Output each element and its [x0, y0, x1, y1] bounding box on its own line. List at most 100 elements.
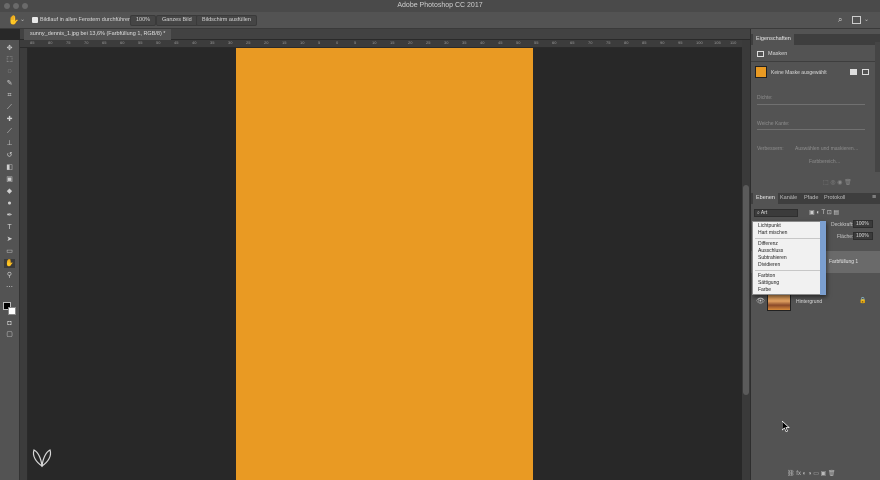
select-and-mask-button[interactable]: Auswählen und maskieren…	[795, 146, 859, 152]
ruler-tick: 0	[336, 40, 339, 45]
pen-tool-icon[interactable]: ✒	[4, 211, 15, 220]
hand-tool-icon[interactable]: ✋	[8, 15, 19, 26]
ruler-tick: 5	[318, 40, 321, 45]
ruler-tick: 95	[678, 40, 683, 45]
brush-tool-icon[interactable]: ⟋	[4, 127, 15, 136]
minimize-window-button[interactable]	[13, 3, 19, 9]
density-slider[interactable]	[757, 104, 865, 105]
hand-tool-icon[interactable]: ✋	[4, 259, 15, 268]
screen-mode-icon[interactable]: ▢	[4, 330, 15, 339]
lasso-tool-icon[interactable]: ◌	[4, 67, 15, 76]
blend-mode-option[interactable]: Hart mischen	[758, 230, 787, 236]
panel-menu-icon[interactable]: ≡	[872, 194, 876, 201]
window-title: Adobe Photoshop CC 2017	[397, 2, 483, 9]
ruler-tick: 10	[372, 40, 377, 45]
document-canvas[interactable]	[236, 48, 533, 480]
zoom-window-button[interactable]	[22, 3, 28, 9]
ruler-tick: 65	[570, 40, 575, 45]
scrollbar-thumb[interactable]	[743, 185, 749, 395]
tab-properties[interactable]: Eigenschaften	[753, 34, 794, 45]
background-color-swatch[interactable]	[8, 307, 16, 315]
tool-preset-chevron-icon[interactable]: ⌄	[20, 16, 25, 23]
title-bar: Adobe Photoshop CC 2017	[0, 0, 880, 12]
feather-slider[interactable]	[757, 129, 865, 130]
move-tool-icon[interactable]: ✥	[4, 44, 15, 53]
workspace-chevron-icon[interactable]: ⌄	[864, 16, 869, 23]
scroll-all-checkbox[interactable]	[32, 17, 38, 23]
menu-separator	[755, 270, 825, 271]
workspace-icon[interactable]	[852, 16, 861, 24]
ruler-tick: 100	[696, 40, 703, 45]
fit-screen-button[interactable]: Ganzes Bild	[156, 15, 198, 26]
fill-field[interactable]: 100%	[853, 232, 873, 240]
eyedropper-tool-icon[interactable]: ⟋	[4, 103, 15, 112]
ruler-tick: 55	[534, 40, 539, 45]
ruler-tick: 45	[174, 40, 179, 45]
more-tools-icon[interactable]: ⋯	[4, 283, 15, 292]
healing-brush-tool-icon[interactable]: ✚	[4, 115, 15, 124]
color-range-button[interactable]: Farbbereich…	[809, 159, 841, 165]
layers-footer-icons[interactable]: ⛓ fx ◐ ◑ ▭ ▣ 🗑	[787, 470, 836, 477]
butterfly-logo-icon	[32, 449, 52, 468]
eraser-tool-icon[interactable]: ◧	[4, 163, 15, 172]
opacity-field[interactable]: 100%	[853, 220, 873, 228]
layer-filter-icons[interactable]: ▣ ◐ T ⊡ ▤	[809, 209, 839, 216]
ruler-tick: 45	[498, 40, 503, 45]
pixel-mask-icon[interactable]	[850, 69, 857, 75]
background-layer-thumbnail	[767, 293, 791, 311]
blend-mode-option[interactable]: Subtrahieren	[758, 255, 787, 261]
type-tool-icon[interactable]: T	[4, 223, 15, 232]
crop-tool-icon[interactable]: ⌗	[4, 91, 15, 100]
blend-mode-option[interactable]: Farbe	[758, 287, 771, 293]
blend-mode-option[interactable]: Lichtpunkt	[758, 223, 781, 229]
path-selection-tool-icon[interactable]: ➤	[4, 235, 15, 244]
ruler-tick: 30	[444, 40, 449, 45]
quick-selection-tool-icon[interactable]: ✎	[4, 79, 15, 88]
zoom-100-button[interactable]: 100%	[130, 15, 157, 26]
layer-name: Farbfüllung 1	[829, 259, 859, 265]
document-tab[interactable]: sunny_dennis_1.jpg bei 13,6% (Farbfüllun…	[24, 29, 172, 40]
ruler-tick: 15	[390, 40, 395, 45]
blend-mode-option[interactable]: Farbton	[758, 273, 775, 279]
ruler-tick: 105	[714, 40, 721, 45]
vector-mask-icon[interactable]	[862, 69, 869, 75]
fill-screen-button[interactable]: Bildschirm ausfüllen	[196, 15, 257, 26]
blend-mode-option[interactable]: Ausschluss	[758, 248, 783, 254]
blend-mode-option[interactable]: Sättigung	[758, 280, 779, 286]
quick-mask-icon[interactable]: ◘	[4, 319, 15, 328]
blend-mode-dropdown[interactable]: Lichtpunkt Hart mischen Differenz Aussch…	[752, 221, 826, 295]
tab-layers[interactable]: Ebenen	[753, 193, 778, 204]
layer-filter-kind-label: Art	[760, 210, 768, 216]
scroll-all-label: Bildlauf in allen Fenstern durchführen	[40, 17, 132, 23]
eye-icon[interactable]: 👁	[756, 297, 765, 305]
zoom-tool-icon[interactable]: ⚲	[4, 271, 15, 280]
marquee-tool-icon[interactable]: ⬚	[4, 55, 15, 64]
density-label: Dichte:	[757, 95, 773, 101]
ruler-tick: 10	[300, 40, 305, 45]
tab-history[interactable]: Protokoll	[821, 193, 848, 204]
blur-tool-icon[interactable]: ◆	[4, 187, 15, 196]
blend-mode-option[interactable]: Differenz	[758, 241, 778, 247]
ruler-tick: 20	[408, 40, 413, 45]
dodge-tool-icon[interactable]: ●	[4, 199, 15, 208]
ruler-tick: 35	[462, 40, 467, 45]
ruler-tick: 90	[660, 40, 665, 45]
ruler-tick: 25	[426, 40, 431, 45]
history-brush-tool-icon[interactable]: ↺	[4, 151, 15, 160]
tab-paths[interactable]: Pfade	[801, 193, 821, 204]
properties-scrollbar[interactable]	[875, 42, 880, 172]
ruler-tick: 50	[156, 40, 161, 45]
ruler-tick: 35	[210, 40, 215, 45]
mouse-cursor-icon	[782, 421, 790, 432]
masks-section-label: Masken	[768, 51, 788, 57]
search-icon[interactable]: ⌕	[838, 15, 842, 25]
shape-tool-icon[interactable]: ▭	[4, 247, 15, 256]
clone-stamp-tool-icon[interactable]: ⊥	[4, 139, 15, 148]
vertical-ruler	[20, 48, 28, 480]
tab-channels[interactable]: Kanäle	[777, 193, 800, 204]
blend-mode-option[interactable]: Dividieren	[758, 262, 780, 268]
close-window-button[interactable]	[4, 3, 10, 9]
layer-filter-kind[interactable]: ⌕ Art	[754, 209, 798, 217]
gradient-tool-icon[interactable]: ▣	[4, 175, 15, 184]
document-tab-label: sunny_dennis_1.jpg bei 13,6% (Farbfüllun…	[30, 31, 166, 37]
